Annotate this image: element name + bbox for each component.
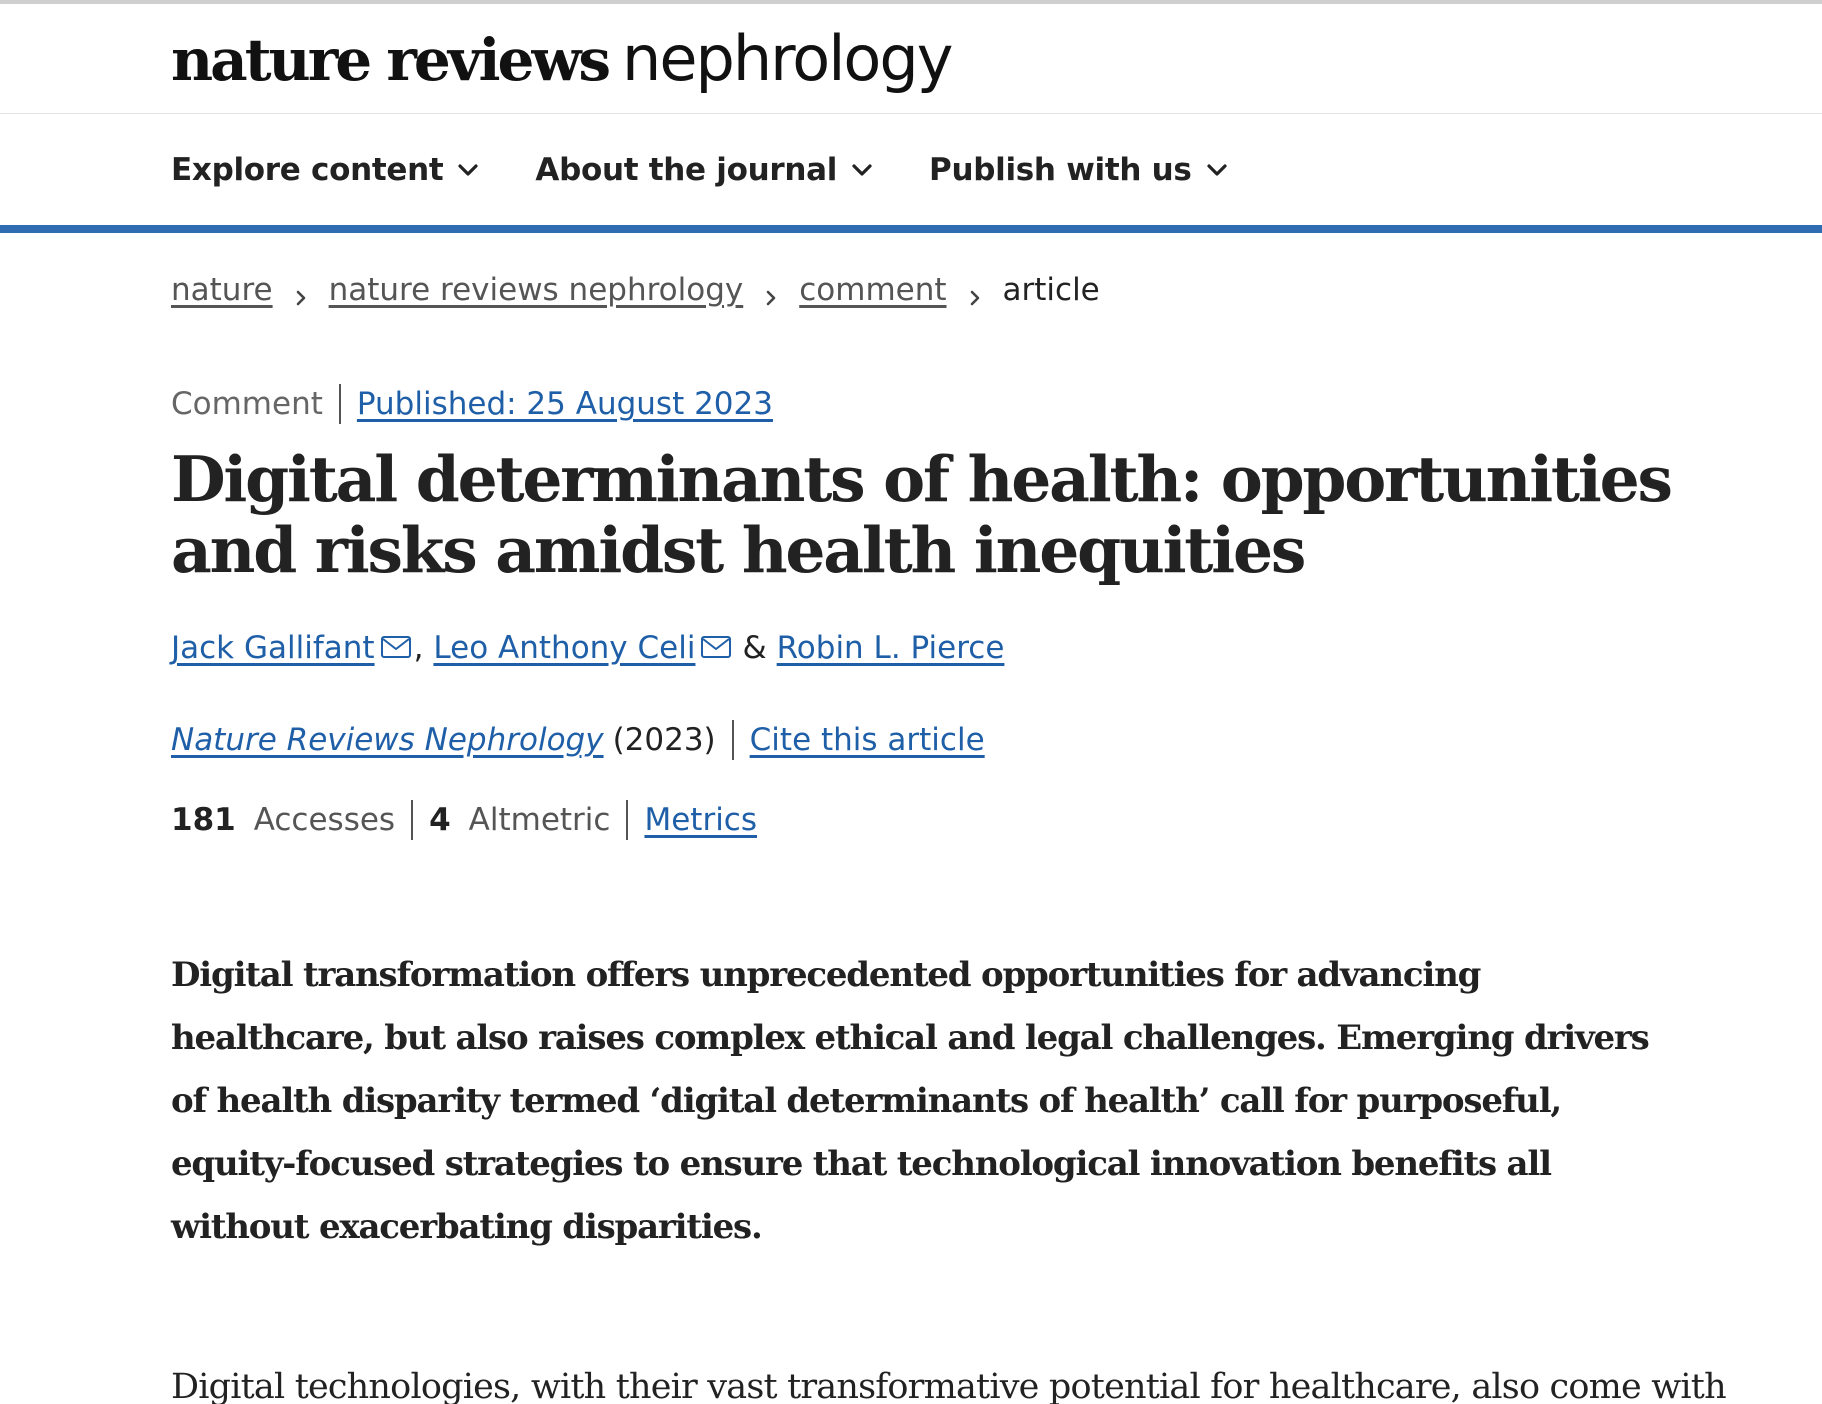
nav-label: About the journal: [535, 152, 838, 188]
divider: [338, 384, 341, 424]
chevron-down-icon: [455, 160, 481, 180]
article-metrics: 181 Accesses 4 Altmetric Metrics: [171, 800, 757, 840]
journal-logo[interactable]: nature reviews nephrology: [171, 22, 953, 102]
published-date-link[interactable]: Published: 25 August 2023: [357, 386, 773, 422]
nav-accent-bar: [0, 225, 1822, 233]
author-robin-l-pierce[interactable]: Robin L. Pierce: [777, 630, 1005, 666]
divider: [731, 720, 734, 760]
article-body-first-line: Digital technologies, with their vast tr…: [171, 1367, 1727, 1404]
article-title: Digital determinants of health: opportun…: [171, 442, 1673, 587]
nav-about-the-journal[interactable]: About the journal: [535, 152, 875, 188]
article-standfirst: Digital transformation offers unpreceden…: [171, 955, 1650, 1247]
altmetric-count: 4: [429, 802, 451, 838]
accesses-count: 181: [171, 802, 236, 838]
accesses-label: Accesses: [253, 802, 396, 838]
nav-publish-with-us[interactable]: Publish with us: [929, 152, 1230, 188]
chevron-down-icon: [849, 160, 875, 180]
breadcrumb-comment[interactable]: comment: [799, 272, 946, 308]
email-icon[interactable]: [700, 634, 734, 662]
nav-label: Publish with us: [929, 152, 1192, 188]
chevron-down-icon: [1204, 160, 1230, 180]
chevron-right-icon: [293, 280, 309, 306]
altmetric-label: Altmetric: [468, 802, 611, 838]
author-separator: ,: [413, 630, 424, 666]
author-leo-anthony-celi[interactable]: Leo Anthony Celi: [433, 630, 695, 666]
metrics-link[interactable]: Metrics: [644, 802, 757, 838]
breadcrumb-nature-reviews-nephrology[interactable]: nature reviews nephrology: [329, 272, 744, 308]
logo-nature-reviews: nature reviews: [171, 26, 611, 94]
nav-label: Explore content: [171, 152, 444, 188]
divider: [411, 800, 414, 840]
publication-year: (2023): [612, 722, 716, 758]
author-list: Jack Gallifant , Leo Anthony Celi & Robi…: [171, 630, 1004, 666]
author-jack-gallifant[interactable]: Jack Gallifant: [171, 630, 375, 666]
breadcrumb-nature[interactable]: nature: [171, 272, 273, 308]
breadcrumb-current: article: [1002, 272, 1100, 308]
masthead: nature reviews nephrology: [0, 4, 1822, 114]
breadcrumb: nature nature reviews nephrology comment…: [171, 272, 1100, 308]
chevron-right-icon: [967, 280, 983, 306]
cite-this-article-link[interactable]: Cite this article: [750, 722, 985, 758]
journal-citation: Nature Reviews Nephrology (2023) Cite th…: [171, 720, 985, 760]
article-meta: Comment Published: 25 August 2023: [171, 384, 773, 424]
main-nav: Explore content About the journal Publis…: [0, 115, 1822, 225]
author-ampersand: &: [742, 630, 767, 666]
nav-explore-content[interactable]: Explore content: [171, 152, 481, 188]
article-type: Comment: [171, 386, 323, 422]
journal-link[interactable]: Nature Reviews Nephrology: [171, 722, 604, 758]
email-icon[interactable]: [380, 634, 414, 662]
logo-nephrology: nephrology: [622, 22, 953, 95]
divider: [626, 800, 629, 840]
chevron-right-icon: [763, 280, 779, 306]
